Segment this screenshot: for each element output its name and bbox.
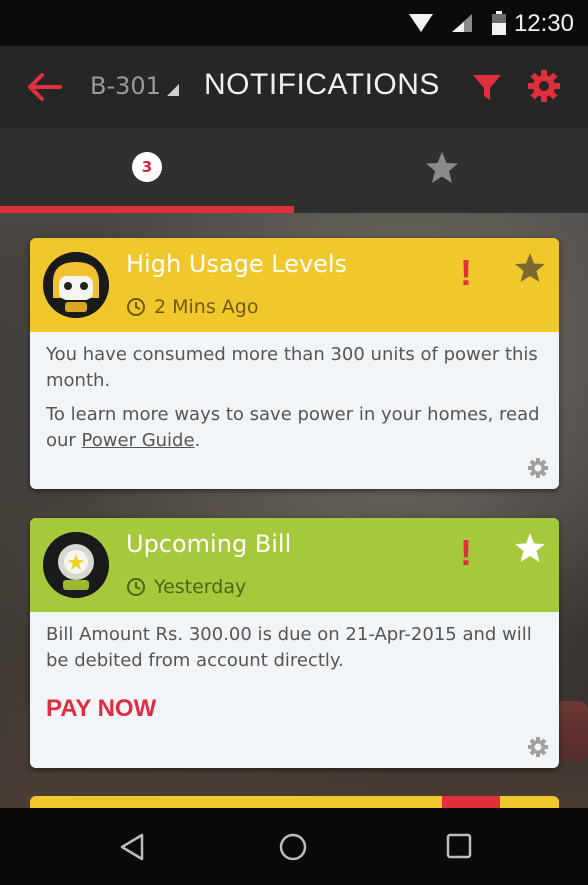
notification-title: High Usage Levels [126,250,348,278]
gear-icon[interactable] [526,68,562,104]
nav-home-icon[interactable] [278,832,308,862]
clock-icon [127,298,145,316]
card-header: High Usage Levels 2 Mins Ago ! [30,238,559,332]
status-bar: 12:30 [0,0,588,46]
unit-label: B-301 [90,72,161,100]
notification-body: You have consumed more than 300 units of… [30,332,559,454]
tab-starred[interactable] [294,128,588,213]
unit-selector[interactable]: B-301 [90,72,179,100]
card-settings-icon[interactable] [527,457,549,479]
notification-time: 2 Mins Ago [126,296,258,318]
signal-icon [452,14,472,32]
clock-icon [127,578,145,596]
dropdown-triangle-icon [166,84,179,96]
alert-icon: ! [460,252,472,293]
text-suffix: . [194,430,201,451]
notification-card-high-usage[interactable]: High Usage Levels 2 Mins Ago ! You have … [30,238,559,489]
back-arrow-icon[interactable] [26,68,64,106]
battery-icon [492,11,506,35]
robot-icon [43,532,109,598]
nav-recents-icon[interactable] [446,833,472,859]
system-nav-bar [0,808,588,885]
card-accent-segment [442,796,500,808]
tab-bar: 3 [0,128,588,213]
notification-text: You have consumed more than 300 units of… [46,344,538,391]
filter-icon[interactable] [470,70,504,104]
time-label: Yesterday [154,576,247,598]
app-bar: B-301 NOTIFICATIONS [0,46,588,128]
star-icon[interactable] [514,252,546,284]
star-icon[interactable] [514,532,546,564]
status-time: 12:30 [513,10,574,37]
card-header: Upcoming Bill Yesterday ! [30,518,559,612]
star-icon [426,152,458,183]
notification-text-secondary: To learn more ways to save power in your… [46,402,543,454]
notification-card-upcoming-bill[interactable]: Upcoming Bill Yesterday ! Bill Amount Rs… [30,518,559,768]
robot-icon [43,252,109,318]
notification-title: Upcoming Bill [126,530,292,558]
robot-avatar [43,532,109,598]
alert-icon: ! [460,532,472,573]
notification-body: Bill Amount Rs. 300.00 is due on 21-Apr-… [30,612,559,724]
robot-avatar [43,252,109,318]
time-label: 2 Mins Ago [154,296,259,318]
card-settings-icon[interactable] [527,736,549,758]
phone-screen: 12:30 B-301 NOTIFICATIONS 3 High Usage L… [0,0,588,885]
tab-all-notifications[interactable]: 3 [0,128,294,213]
power-guide-link[interactable]: Power Guide [82,430,195,451]
wifi-icon [409,14,433,32]
unread-count-badge: 3 [132,152,162,182]
notification-time: Yesterday [126,576,246,598]
pay-now-button[interactable]: PAY NOW [46,696,156,722]
notification-text: Bill Amount Rs. 300.00 is due on 21-Apr-… [46,624,532,671]
notification-card-partial[interactable] [30,796,559,808]
nav-back-icon[interactable] [118,832,146,862]
active-tab-indicator [0,206,294,213]
page-title: NOTIFICATIONS [204,68,440,101]
